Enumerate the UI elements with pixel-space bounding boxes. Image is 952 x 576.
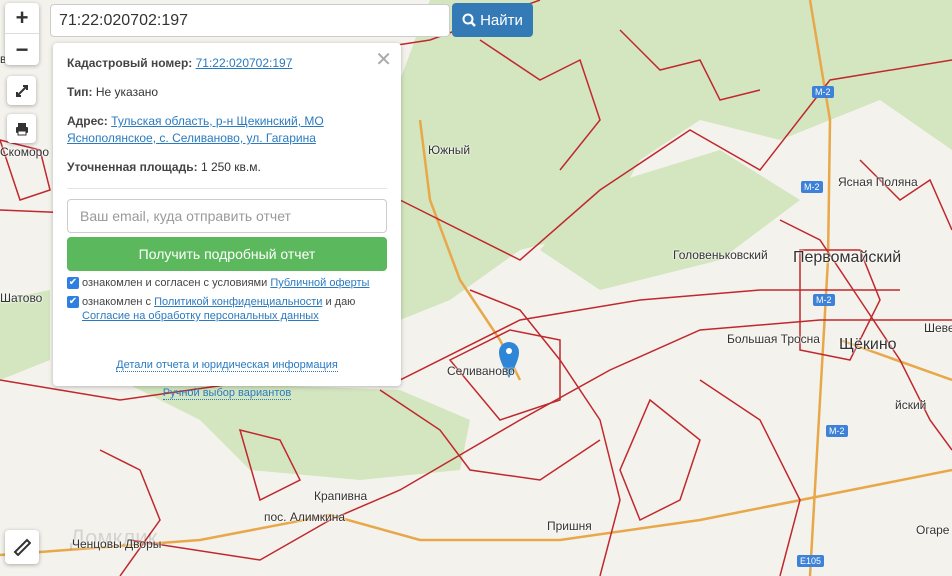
map-label: Ченцовы Дворы [72,537,162,551]
map-label: Скоморо [0,145,49,159]
cadastral-label: Кадастровый номер: [67,56,193,70]
search-button-label: Найти [480,11,523,29]
map-label: Большая Тросна [727,332,820,346]
consent-offer: ✔ ознакомлен и согласен с условиями Публ… [67,276,387,290]
cadastral-search-input[interactable] [50,4,450,37]
map-label: Щёкино [839,336,897,353]
search-icon [462,13,476,27]
map-label: пос. Алимкина [264,510,346,524]
map-label: Южный [428,143,471,157]
map-label: Селиваново [447,364,515,378]
map-label: йский [895,398,927,412]
type-label: Тип: [67,85,93,99]
email-input[interactable] [67,199,387,233]
map-label: Первомайский [793,249,902,266]
privacy-checkbox[interactable]: ✔ [67,296,79,308]
ruler-icon [13,538,31,556]
personal-data-consent-link[interactable]: Согласие на обработку персональных данны… [82,310,319,322]
road-shield: М-2 [826,425,848,437]
fullscreen-button[interactable] [7,76,36,105]
area-value: 1 250 кв.м. [200,160,261,174]
zoom-out-button[interactable]: − [5,34,39,65]
map-label: Шеве [924,321,952,335]
manual-selection-link[interactable]: Ручной выбор вариантов [162,387,292,400]
public-offer-link[interactable]: Публичной оферты [270,277,369,289]
print-button[interactable] [7,114,36,143]
consent-offer-text: ознакомлен и согласен с условиями [82,277,271,289]
get-report-button[interactable]: Получить подробный отчет [67,237,387,271]
offer-checkbox[interactable]: ✔ [67,277,79,289]
area-label: Уточненная площадь: [67,160,198,174]
road-shield: М-2 [801,181,823,193]
close-icon[interactable]: ✕ [375,47,392,72]
map-label: Пришня [547,519,592,533]
divider [67,188,387,189]
search-button[interactable]: Найти [452,3,533,37]
print-icon [15,122,28,135]
consent-privacy-text: ознакомлен с [82,296,155,308]
consent-privacy: ✔ ознакомлен с Политикой конфиденциально… [67,295,387,323]
consent-privacy-after: и даю [322,296,356,308]
zoom-control: + − [5,3,39,65]
road-shield: М-2 [813,294,835,306]
type-value: Не указано [95,85,159,99]
ruler-button[interactable] [5,530,39,564]
map-label: Головеньковский [673,248,768,262]
map-label: Шатово [0,291,43,305]
road-shield: E105 [797,555,825,567]
map-label: Огаре [916,523,950,537]
road-shield: М-2 [812,86,834,98]
address-label: Адрес: [67,114,108,128]
privacy-policy-link[interactable]: Политикой конфиденциальности [154,296,322,308]
zoom-in-button[interactable]: + [5,3,39,34]
cadastral-number-link[interactable]: 71:22:020702:197 [196,56,293,70]
map-label: Ясная Поляна [838,175,918,189]
map-label: Крапивна [314,489,368,503]
report-details-link[interactable]: Детали отчета и юридическая информация [116,359,338,372]
parcel-info-panel: ✕ Кадастровый номер: 71:22:020702:197 Ти… [53,43,401,400]
expand-icon [15,84,28,97]
